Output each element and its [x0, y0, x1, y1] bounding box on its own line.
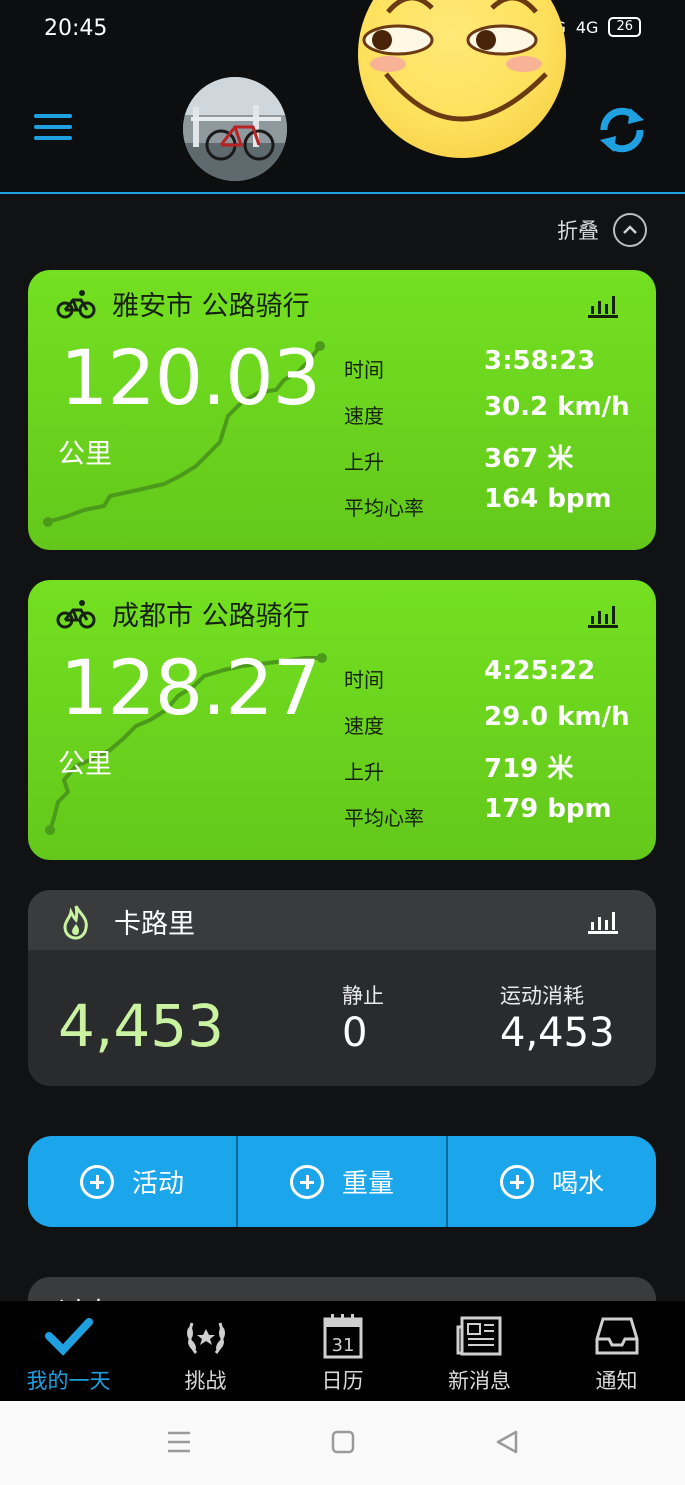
calendar-day: 31 — [331, 1335, 354, 1356]
stat-row: 上升 719 米 — [344, 750, 644, 796]
back-button[interactable] — [494, 1429, 520, 1459]
add-activity-button[interactable]: 活动 — [28, 1136, 238, 1227]
tab-notifications[interactable]: 通知 — [548, 1301, 685, 1401]
quick-action-bar: 活动 重量 喝水 — [28, 1136, 656, 1227]
stat-value-speed: 29.0 km/h — [484, 702, 630, 732]
flame-icon — [63, 905, 88, 940]
recent-apps-button[interactable] — [166, 1429, 192, 1459]
calorie-card-header: 卡路里 — [28, 890, 656, 950]
tab-newsfeed[interactable]: 新消息 — [411, 1301, 548, 1401]
stat-row: 平均心率 164 bpm — [344, 484, 644, 532]
activity-title: 雅安市 公路骑行 — [112, 291, 310, 322]
battery-icon: 26 — [608, 17, 641, 37]
distance-unit: 公里 — [58, 439, 112, 470]
stat-value-ascent: 367 米 — [484, 444, 574, 474]
app-header — [0, 62, 685, 194]
quick-action-label: 喝水 — [551, 1169, 604, 1199]
distance-value: 128.27 — [60, 643, 321, 732]
tab-label: 我的一天 — [26, 1369, 111, 1393]
activity-title: 成都市 公路骑行 — [112, 601, 310, 632]
sync-button[interactable] — [594, 102, 650, 158]
quick-action-label: 活动 — [131, 1169, 184, 1199]
add-weight-button[interactable]: 重量 — [238, 1136, 448, 1227]
status-bar: 20:45 ⏰ 4G 4G 26 — [0, 0, 685, 62]
plus-circle-icon — [499, 1164, 534, 1199]
activity-stats: 时间 3:58:23 速度 30.2 km/h 上升 367 米 平均心率 16… — [344, 346, 644, 532]
calendar-icon: 31 — [323, 1313, 363, 1359]
smiley-sticker-icon — [358, 0, 566, 158]
chevron-up-icon — [613, 213, 647, 247]
laurel-icon — [182, 1313, 230, 1359]
home-button[interactable] — [330, 1429, 356, 1459]
tab-my-day[interactable]: 我的一天 — [0, 1301, 137, 1401]
activity-card[interactable]: 成都市 公路骑行 128.27 公里 时间 4:25:22 速度 29.0 km… — [28, 580, 656, 860]
stat-value-ascent: 719 米 — [484, 754, 574, 784]
menu-button[interactable] — [34, 114, 72, 142]
activity-stats: 时间 4:25:22 速度 29.0 km/h 上升 719 米 平均心率 17… — [344, 656, 644, 842]
stat-label-time: 时间 — [344, 358, 384, 382]
check-icon — [44, 1313, 93, 1359]
stat-value-time: 3:58:23 — [484, 346, 596, 376]
stat-label-ascent: 上升 — [344, 450, 384, 474]
bicycle-icon — [56, 599, 96, 628]
avatar[interactable] — [183, 77, 287, 181]
add-water-button[interactable]: 喝水 — [448, 1136, 656, 1227]
stat-value-speed: 30.2 km/h — [484, 392, 630, 422]
active-value: 4,453 — [500, 1010, 615, 1056]
tab-label: 通知 — [595, 1369, 638, 1393]
bar-chart-icon[interactable] — [588, 908, 618, 938]
menu-lines-icon — [168, 1431, 190, 1453]
active-label: 运动消耗 — [500, 984, 584, 1008]
stat-row: 时间 3:58:23 — [344, 346, 644, 394]
stat-label-heart-rate: 平均心率 — [344, 496, 424, 520]
quick-action-label: 重量 — [341, 1169, 394, 1199]
stat-value-time: 4:25:22 — [484, 656, 596, 686]
stat-value-heart-rate: 179 bpm — [484, 794, 612, 824]
resting-label: 静止 — [342, 984, 384, 1008]
stat-label-heart-rate: 平均心率 — [344, 806, 424, 830]
square-icon — [331, 1430, 355, 1454]
stat-row: 上升 367 米 — [344, 440, 644, 486]
avatar-photo — [183, 77, 287, 181]
bottom-tab-bar: 我的一天 挑战 31 日历 新消息 通知 — [0, 1301, 685, 1401]
signal-2-label: 4G — [575, 17, 599, 37]
plus-circle-icon — [79, 1164, 114, 1199]
stat-value-heart-rate: 164 bpm — [484, 484, 612, 514]
activity-card[interactable]: 雅安市 公路骑行 120.03 公里 时间 3:58:23 速度 30.2 km… — [28, 270, 656, 550]
resting-value: 0 — [342, 1010, 368, 1056]
bar-chart-icon[interactable] — [588, 292, 618, 322]
collapse-toggle[interactable]: 折叠 — [557, 213, 647, 247]
stat-row: 时间 4:25:22 — [344, 656, 644, 704]
collapse-label: 折叠 — [557, 219, 599, 243]
stat-row: 速度 30.2 km/h — [344, 392, 644, 440]
calorie-title: 卡路里 — [114, 909, 195, 940]
tab-label: 日历 — [321, 1369, 364, 1393]
bicycle-icon — [56, 289, 96, 318]
back-triangle-icon — [496, 1430, 518, 1454]
tab-challenges[interactable]: 挑战 — [137, 1301, 274, 1401]
stat-row: 速度 29.0 km/h — [344, 702, 644, 750]
newspaper-icon — [456, 1313, 504, 1359]
tab-label: 新消息 — [448, 1369, 511, 1393]
tab-calendar[interactable]: 31 日历 — [274, 1301, 411, 1401]
tab-label: 挑战 — [184, 1369, 227, 1393]
calorie-card[interactable]: 卡路里 4,453 静止 0 运动消耗 4,453 — [28, 890, 656, 1086]
stat-row: 平均心率 179 bpm — [344, 794, 644, 842]
stat-label-time: 时间 — [344, 668, 384, 692]
sync-icon — [600, 107, 644, 153]
stat-label-ascent: 上升 — [344, 760, 384, 784]
bar-chart-icon[interactable] — [588, 602, 618, 632]
stat-label-speed: 速度 — [344, 714, 384, 738]
status-time: 20:45 — [44, 16, 108, 41]
distance-unit: 公里 — [58, 749, 112, 780]
calorie-total: 4,453 — [58, 992, 225, 1060]
distance-value: 120.03 — [60, 333, 321, 422]
plus-circle-icon — [289, 1164, 324, 1199]
stat-label-speed: 速度 — [344, 404, 384, 428]
inbox-icon — [593, 1313, 641, 1359]
system-nav-bar — [0, 1401, 685, 1485]
